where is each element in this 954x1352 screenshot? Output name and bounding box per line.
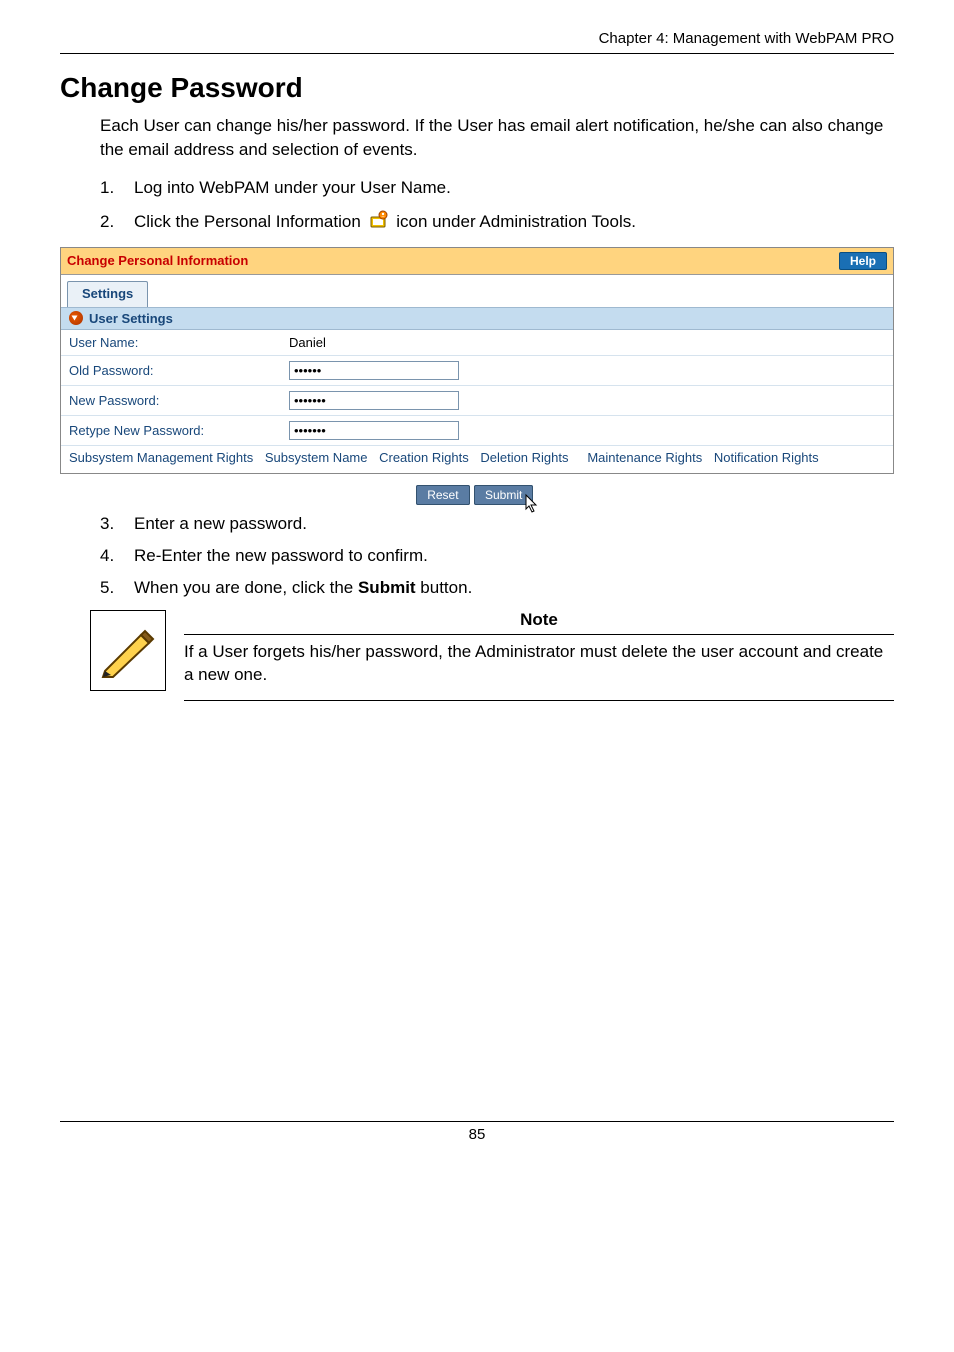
old-password-input[interactable]: [289, 361, 459, 380]
col-maintenance-rights: Maintenance Rights: [587, 450, 702, 465]
step-number: 3.: [100, 514, 134, 534]
chapter-breadcrumb: Chapter 4: Management with WebPAM PRO: [60, 30, 894, 54]
step-number: 5.: [100, 578, 134, 598]
step-number: 2.: [100, 212, 134, 232]
step-text: Click the Personal Information icon unde…: [134, 210, 894, 235]
reset-button[interactable]: Reset: [416, 485, 469, 505]
step-text: Re-Enter the new password to confirm.: [134, 546, 894, 566]
username-value: Daniel: [281, 330, 893, 356]
col-subsystem-name: Subsystem Name: [265, 450, 368, 465]
personal-information-icon: [368, 210, 390, 235]
tab-settings[interactable]: Settings: [67, 281, 148, 307]
step-text: Log into WebPAM under your User Name.: [134, 178, 894, 198]
username-label: User Name:: [61, 330, 281, 356]
note-heading: Note: [184, 610, 894, 634]
new-password-label: New Password:: [61, 385, 281, 415]
expand-icon[interactable]: [69, 311, 83, 325]
old-password-label: Old Password:: [61, 355, 281, 385]
retype-password-label: Retype New Password:: [61, 415, 281, 445]
col-creation-rights: Creation Rights: [379, 450, 469, 465]
col-deletion-rights: Deletion Rights: [480, 450, 568, 465]
help-button[interactable]: Help: [839, 252, 887, 270]
new-password-input[interactable]: [289, 391, 459, 410]
page-number: 85: [60, 1121, 894, 1143]
step-text: When you are done, click the Submit butt…: [134, 578, 894, 598]
page-title: Change Password: [60, 72, 894, 104]
col-mgmt-rights: Subsystem Management Rights: [69, 450, 253, 465]
settings-panel: Change Personal Information Help Setting…: [60, 247, 894, 474]
note-icon: [90, 610, 166, 691]
retype-password-input[interactable]: [289, 421, 459, 440]
step-number: 1.: [100, 178, 134, 198]
panel-title: Change Personal Information: [67, 253, 248, 268]
col-notification-rights: Notification Rights: [714, 450, 819, 465]
step-text: Enter a new password.: [134, 514, 894, 534]
step-number: 4.: [100, 546, 134, 566]
section-title: User Settings: [89, 311, 173, 326]
intro-paragraph: Each User can change his/her password. I…: [100, 114, 894, 162]
note-text: If a User forgets his/her password, the …: [184, 634, 894, 702]
rights-row: Subsystem Management Rights Subsystem Na…: [61, 446, 893, 473]
